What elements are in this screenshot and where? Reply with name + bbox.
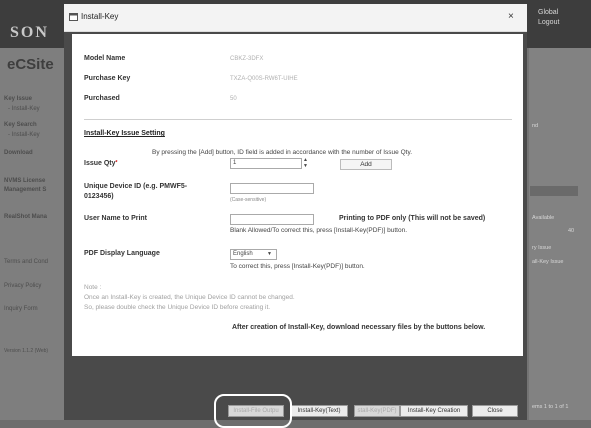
dialog-title: Install-Key bbox=[81, 12, 119, 21]
user-name-input[interactable] bbox=[230, 214, 314, 225]
right-text-nd: nd bbox=[532, 123, 539, 129]
install-key-text-button[interactable]: Install-Key(Text) bbox=[290, 405, 348, 417]
pdf-language-note: To correct this, press [Install-Key(PDF)… bbox=[230, 263, 365, 270]
right-available-value: 40 bbox=[568, 228, 575, 234]
right-issue-button[interactable]: all-Key Issue bbox=[532, 259, 564, 265]
footer-terms-link[interactable]: Terms and Cond bbox=[4, 259, 48, 265]
install-key-creation-button[interactable]: Install-Key Creation bbox=[400, 405, 468, 417]
sidebar-item-realshot[interactable]: RealShot Mana bbox=[4, 214, 47, 220]
dialog-title-bar: Install-Key × bbox=[64, 4, 527, 32]
dropdown-arrow-icon: ▼ bbox=[267, 251, 272, 257]
purchased-value: 50 bbox=[230, 96, 237, 102]
right-header-bar bbox=[530, 186, 578, 196]
pdf-language-select[interactable]: English ▼ bbox=[230, 249, 277, 260]
close-button[interactable]: Close bbox=[472, 405, 518, 417]
sidebar-subitem-install-key-search[interactable]: - Install-Key bbox=[8, 132, 40, 138]
purchased-label: Purchased bbox=[84, 95, 120, 102]
issue-qty-label: Issue Qty* bbox=[84, 160, 118, 167]
logout-link[interactable]: Logout bbox=[538, 19, 591, 26]
site-title: eCSite bbox=[7, 56, 54, 73]
footer-privacy-link[interactable]: Privacy Policy bbox=[4, 283, 41, 289]
after-creation-note: After creation of Install-Key, download … bbox=[232, 324, 486, 331]
model-name-value: CBKZ-3DFX bbox=[230, 56, 264, 62]
note-title: Note : bbox=[84, 284, 102, 291]
right-panel bbox=[529, 48, 591, 420]
sidebar-item-management[interactable]: Management S bbox=[4, 187, 46, 193]
purchase-key-value: TXZA-Q00S-RW6T-UIHE bbox=[230, 76, 298, 82]
add-button[interactable]: Add bbox=[340, 159, 392, 170]
note-line-1: Once an Install-Key is created, the Uniq… bbox=[84, 294, 295, 301]
right-pagination: ems 1 to 1 of 1 bbox=[532, 404, 569, 410]
right-available-label: Available bbox=[532, 215, 555, 221]
header-links: Global Logout bbox=[531, 6, 591, 26]
global-link[interactable]: Global bbox=[538, 9, 591, 16]
dialog-content: Model Name CBKZ-3DFX Purchase Key TXZA-Q… bbox=[72, 34, 523, 356]
footer-inquiry-link[interactable]: Inquiry Form bbox=[4, 306, 38, 312]
device-id-label: Unique Device ID (e.g. PMWF5-0123456) bbox=[84, 183, 188, 200]
install-key-dialog: Install-Key × Model Name CBKZ-3DFX Purch… bbox=[64, 4, 527, 420]
issue-qty-input[interactable]: 1 bbox=[230, 158, 302, 169]
section-title: Install-Key Issue Setting bbox=[84, 130, 165, 137]
pdf-language-label: PDF Display Language bbox=[84, 250, 160, 257]
device-id-input[interactable] bbox=[230, 183, 314, 194]
model-name-label: Model Name bbox=[84, 55, 126, 62]
install-key-pdf-button[interactable]: stall-Key(PDF) bbox=[354, 405, 400, 417]
purchase-key-label: Purchase Key bbox=[84, 75, 131, 82]
pdf-language-value: English bbox=[233, 251, 253, 257]
sidebar-item-download[interactable]: Download bbox=[4, 150, 33, 156]
window-icon bbox=[69, 13, 78, 21]
blank-allowed-note: Blank Allowed/To correct this, press [In… bbox=[230, 227, 408, 234]
version-text: Version 1.1.2 (Web) bbox=[4, 348, 49, 354]
sidebar-item-nvms-license[interactable]: NVMS License bbox=[4, 178, 45, 184]
note-line-2: So, please double check the Unique Devic… bbox=[84, 304, 271, 311]
close-icon[interactable]: × bbox=[508, 11, 514, 22]
user-name-label: User Name to Print bbox=[84, 215, 148, 222]
add-instruction: By pressing the [Add] button, ID field i… bbox=[152, 149, 413, 156]
spinner-icon[interactable]: ▲ ▼ bbox=[303, 157, 309, 169]
device-id-hint: (Case-sensitive) bbox=[230, 197, 267, 203]
print-pdf-note: Printing to PDF only (This will not be s… bbox=[339, 215, 486, 222]
sidebar bbox=[0, 48, 72, 420]
sidebar-subitem-install-key[interactable]: - Install-Key bbox=[8, 106, 40, 112]
highlight-circle bbox=[214, 394, 292, 428]
site-logo: SON bbox=[10, 24, 49, 41]
divider bbox=[84, 119, 512, 120]
right-issue-label: ry Issue bbox=[532, 245, 552, 251]
sidebar-item-key-issue[interactable]: Key Issue bbox=[4, 96, 32, 102]
sidebar-item-key-search[interactable]: Key Search bbox=[4, 122, 37, 128]
